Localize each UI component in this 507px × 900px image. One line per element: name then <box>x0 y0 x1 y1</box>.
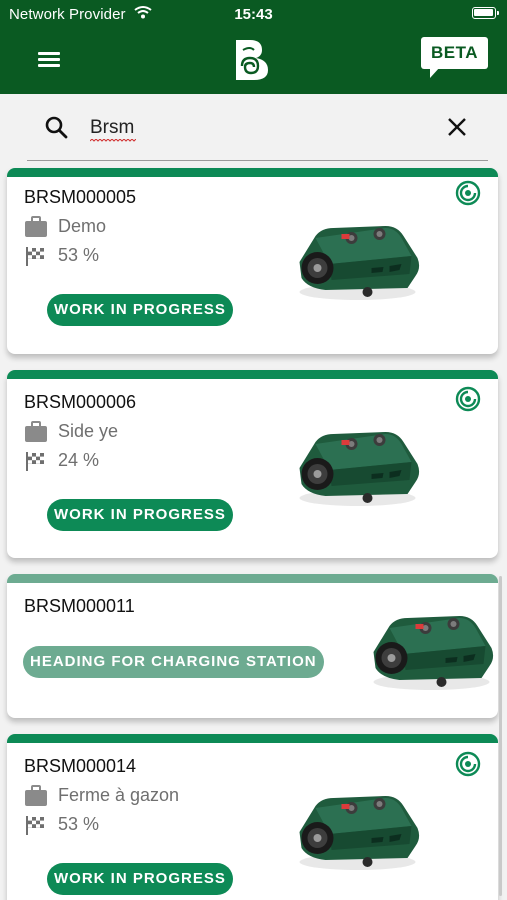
briefcase-icon <box>25 421 47 442</box>
status-badge: HEADING FOR CHARGING STATION <box>23 646 324 678</box>
mower-image <box>283 784 428 874</box>
bee-swirl-logo-icon <box>236 40 268 80</box>
mower-image <box>283 420 428 510</box>
status-badge: WORK IN PROGRESS <box>47 863 233 895</box>
app-header: Network Provider 15:43 BETA <box>0 0 507 94</box>
briefcase-icon <box>25 785 47 806</box>
robot-card[interactable]: BRSM000005 Demo 53 % WORK IN PROGRESS <box>7 168 498 354</box>
mower-image <box>283 214 428 304</box>
spellcheck-underline <box>90 139 136 142</box>
card-status-bar <box>7 370 498 379</box>
robot-card[interactable]: BRSM000014 Ferme à gazon 53 % WORK IN PR… <box>7 734 498 900</box>
search-underline <box>27 160 488 161</box>
robot-id: BRSM000006 <box>24 392 137 412</box>
mower-image <box>357 604 498 694</box>
beta-label: BETA <box>421 37 488 69</box>
robot-card[interactable]: BRSM000011 HEADING FOR CHARGING STATION <box>7 574 498 718</box>
gps-signal-icon <box>455 751 481 777</box>
close-icon[interactable] <box>447 117 467 137</box>
status-badge: WORK IN PROGRESS <box>47 294 233 326</box>
search-bar <box>0 94 507 168</box>
card-status-bar <box>7 574 498 583</box>
hamburger-menu-icon <box>38 52 60 55</box>
card-status-bar <box>7 734 498 743</box>
site-name: Ferme à gazon <box>58 785 180 805</box>
robot-card[interactable]: BRSM000006 Side ye 24 % WORK IN PROGRESS <box>7 370 498 558</box>
progress-value: 24 % <box>58 450 100 470</box>
status-bar: Network Provider 15:43 <box>0 0 507 28</box>
robot-id: BRSM000005 <box>24 187 137 207</box>
briefcase-icon <box>25 216 47 237</box>
status-badge: WORK IN PROGRESS <box>47 499 233 531</box>
robot-id: BRSM000014 <box>24 756 137 776</box>
checkered-flag-icon <box>26 816 44 835</box>
gps-signal-icon <box>455 386 481 412</box>
gps-signal-icon <box>455 180 481 206</box>
site-name: Demo <box>58 216 107 236</box>
status-time: 15:43 <box>234 6 273 23</box>
battery-icon <box>472 7 499 19</box>
menu-button[interactable] <box>36 48 64 70</box>
site-name: Side ye <box>58 421 119 441</box>
speech-tail-icon <box>430 67 440 78</box>
scrollbar[interactable] <box>499 576 502 896</box>
app-screen: Network Provider 15:43 BETA Brsm BRSM000… <box>0 0 507 900</box>
search-icon[interactable] <box>44 115 68 139</box>
checkered-flag-icon <box>26 247 44 266</box>
card-status-bar <box>7 168 498 177</box>
progress-value: 53 % <box>58 814 100 834</box>
beta-badge[interactable]: BETA <box>421 37 488 79</box>
search-input[interactable] <box>90 115 420 141</box>
robot-id: BRSM000011 <box>24 596 135 616</box>
checkered-flag-icon <box>26 452 44 471</box>
progress-value: 53 % <box>58 245 100 265</box>
